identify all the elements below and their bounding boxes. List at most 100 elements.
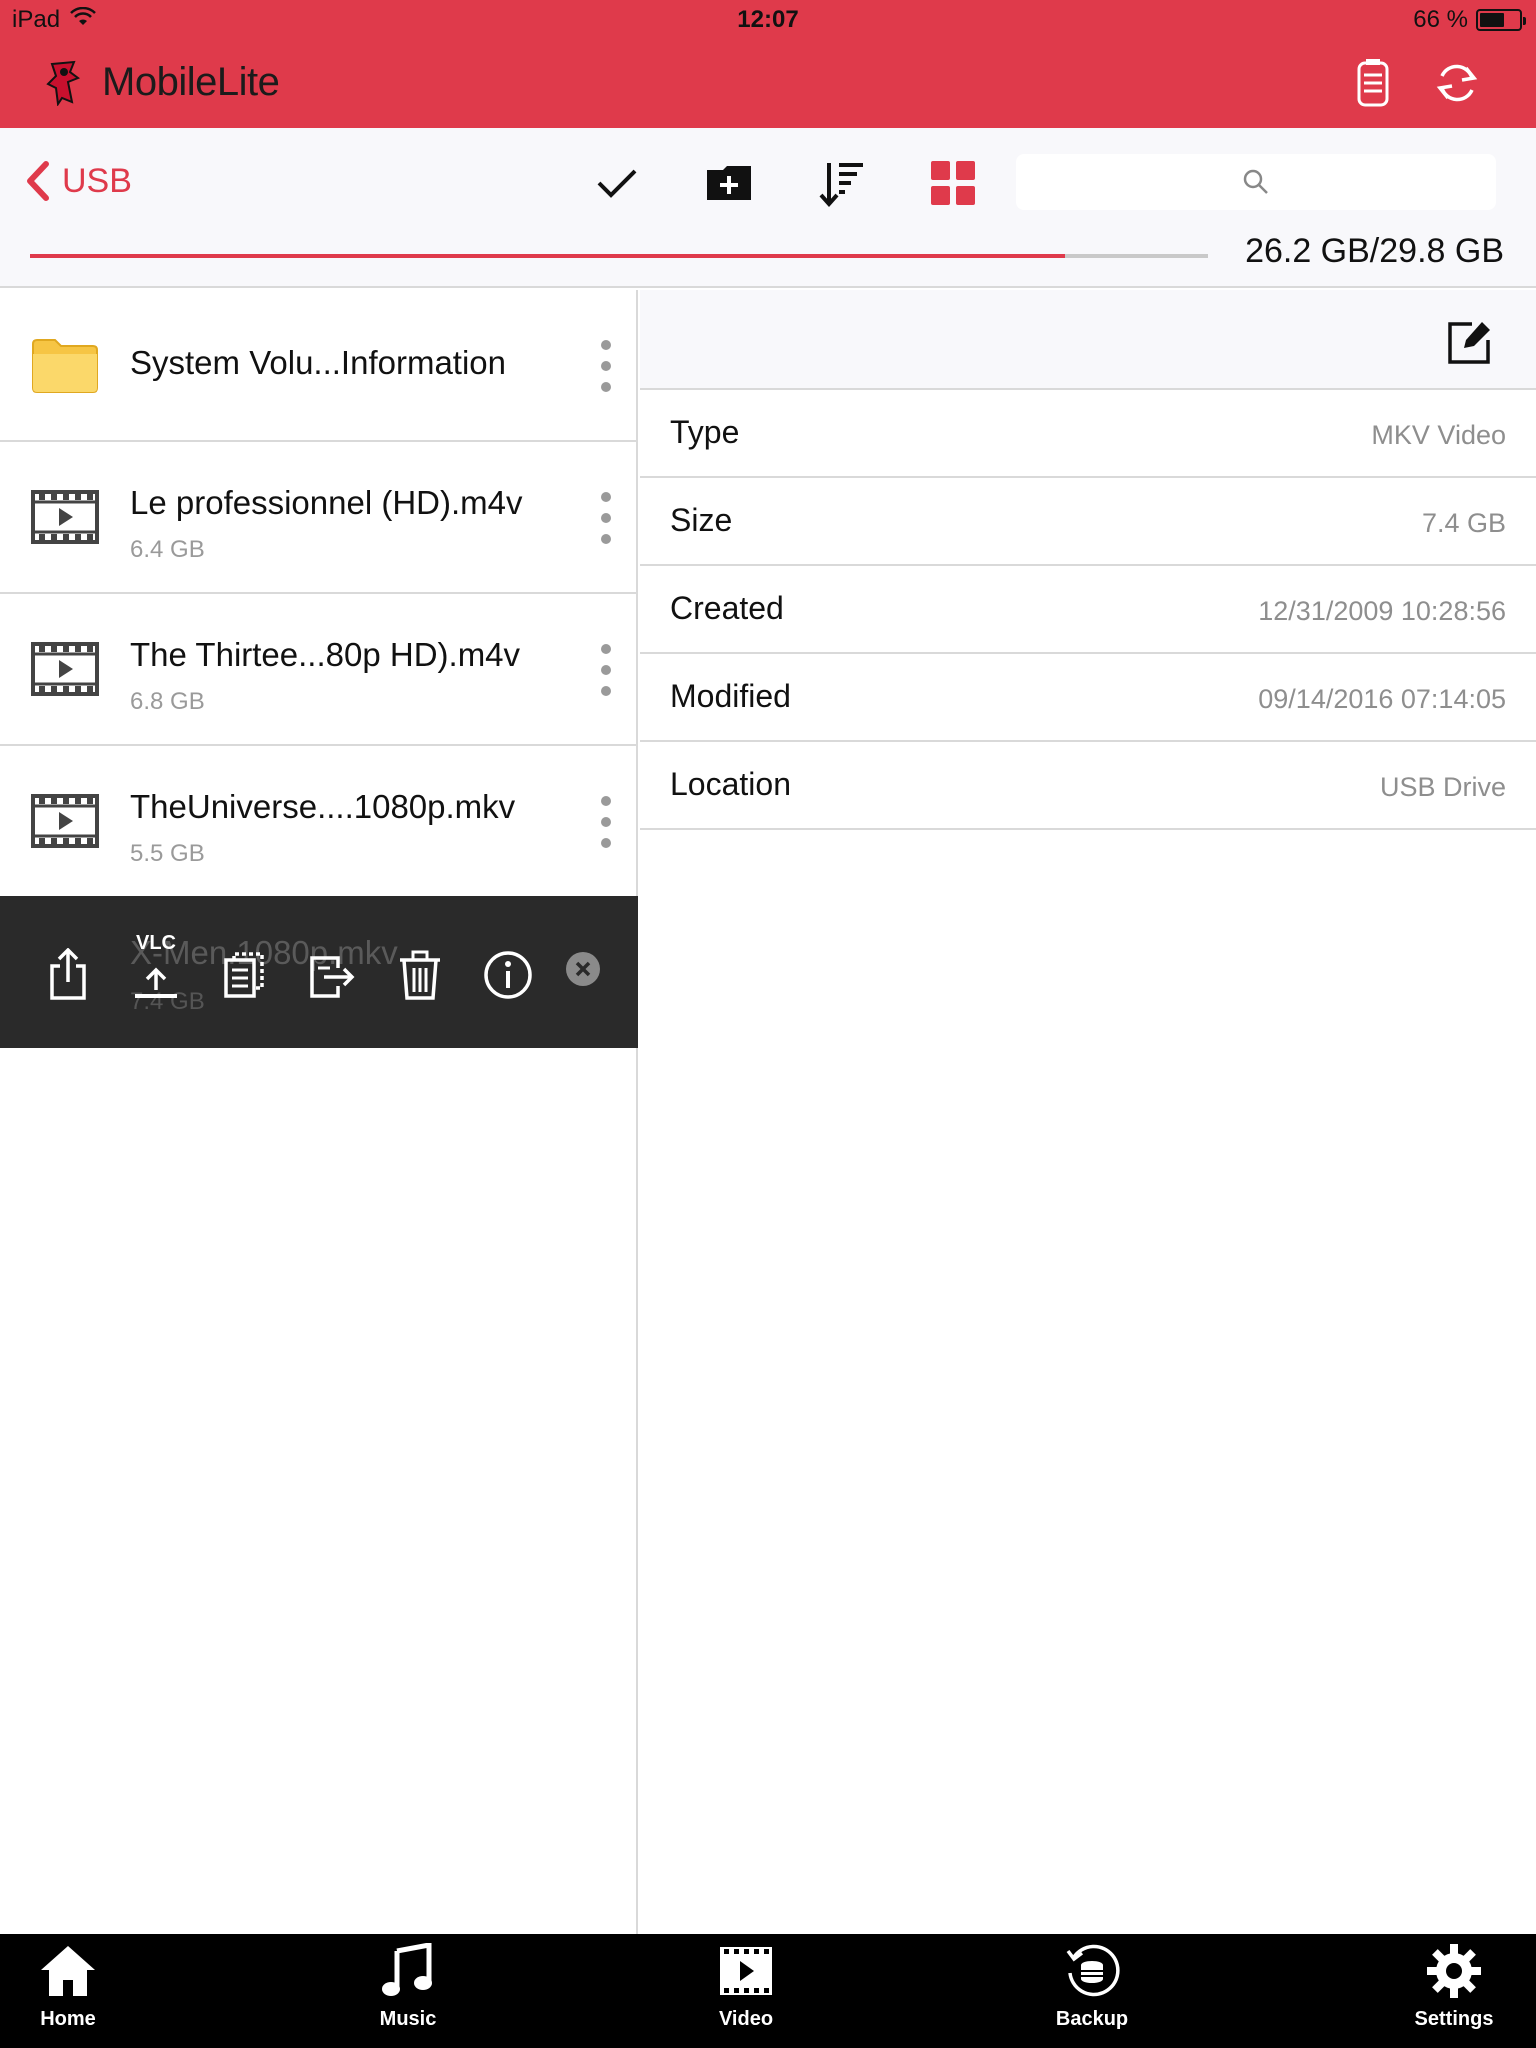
share-button[interactable]	[40, 938, 96, 1000]
detail-row-modified: Modified 09/14/2016 07:14:05	[640, 654, 1536, 742]
tab-music[interactable]: Music	[328, 1942, 488, 2042]
gear-icon	[1424, 1942, 1484, 2000]
more-options-icon[interactable]	[596, 796, 616, 848]
move-button[interactable]	[304, 938, 360, 1000]
tab-bar: Home Music Video Backup Settings	[0, 1934, 1536, 2048]
list-item[interactable]: TheUniverse....1080p.mkv 5.5 GB	[0, 746, 636, 898]
select-button[interactable]	[590, 156, 644, 210]
back-label: USB	[62, 161, 132, 200]
sort-icon	[819, 163, 863, 207]
detail-key: Location	[670, 766, 791, 802]
music-icon	[378, 1942, 438, 2000]
detail-value: USB Drive	[1379, 772, 1506, 802]
header-actions	[1348, 58, 1482, 108]
detail-value: 7.4 GB	[1421, 508, 1506, 538]
video-file-icon	[30, 636, 100, 702]
delete-button[interactable]	[392, 938, 448, 1000]
sync-button[interactable]	[1432, 58, 1482, 108]
search-icon	[1243, 169, 1268, 194]
detail-key: Size	[670, 502, 733, 538]
detail-key: Created	[670, 590, 784, 626]
storage-capacity: 26.2 GB/29.8 GB	[1245, 232, 1504, 270]
checkmark-icon	[597, 169, 637, 198]
file-name: System Volu...Information	[130, 344, 507, 381]
details-header	[640, 290, 1536, 390]
tab-home[interactable]: Home	[0, 1942, 148, 2042]
new-folder-icon	[707, 166, 751, 200]
tab-label: Music	[379, 2008, 437, 2030]
tab-label: Backup	[1055, 2008, 1129, 2030]
detail-key: Modified	[670, 678, 791, 714]
sort-button[interactable]	[814, 156, 868, 210]
kingston-logo-icon	[46, 60, 81, 106]
file-list: System Volu...Information Le professionn…	[0, 290, 638, 1934]
detail-row-created: Created 12/31/2009 10:28:56	[640, 566, 1536, 654]
backup-icon	[1062, 1942, 1122, 2000]
tab-label: Home	[40, 2008, 96, 2030]
tab-settings[interactable]: Settings	[1374, 1942, 1534, 2042]
file-action-bar: X-Men.1080p.mkv 7.4 GB VLC	[0, 896, 638, 1048]
tab-backup[interactable]: Backup	[1012, 1942, 1172, 2042]
file-name: Le professionnel (HD).m4v	[130, 484, 523, 521]
vlc-upload-button[interactable]: VLC	[128, 932, 184, 1000]
battery-icon	[1476, 9, 1526, 31]
info-icon	[484, 951, 532, 999]
storage-button[interactable]	[1348, 58, 1398, 108]
status-time: 12:07	[737, 6, 799, 33]
move-icon	[310, 956, 355, 998]
file-actions: VLC	[40, 932, 536, 1000]
list-item[interactable]: System Volu...Information	[0, 290, 636, 442]
more-options-icon[interactable]	[596, 644, 616, 696]
file-name: The Thirtee...80p HD).m4v	[130, 636, 521, 673]
detail-value: 09/14/2016 07:14:05	[1258, 684, 1506, 714]
vlc-upload-icon	[135, 967, 177, 998]
toolbar-icons	[590, 156, 980, 210]
video-file-icon	[30, 484, 100, 550]
grid-icon	[931, 161, 975, 205]
battery-percent: 66 %	[1413, 6, 1468, 33]
detail-key: Type	[670, 414, 740, 450]
back-button[interactable]: USB	[24, 160, 132, 202]
file-size: 6.4 GB	[130, 536, 205, 563]
edit-button[interactable]	[1444, 318, 1494, 368]
more-options-icon[interactable]	[596, 340, 616, 392]
detail-row-location: Location USB Drive	[640, 742, 1536, 830]
video-file-icon	[30, 788, 100, 854]
home-icon	[38, 1942, 98, 2000]
file-size: 5.5 GB	[130, 840, 205, 867]
detail-value: MKV Video	[1371, 420, 1506, 450]
storage-icon	[1357, 59, 1389, 107]
vlc-label: VLC	[136, 932, 176, 954]
chevron-left-icon	[27, 161, 49, 201]
file-name: TheUniverse....1080p.mkv	[130, 788, 516, 825]
share-icon	[50, 948, 86, 1000]
brand: MobileLite	[44, 58, 280, 106]
copy-icon	[224, 952, 264, 998]
status-bar: iPad 12:07 66 %	[0, 0, 1536, 40]
storage-progress-fill	[30, 254, 1066, 258]
battery-fill	[1480, 13, 1504, 27]
tab-label: Settings	[1414, 2008, 1494, 2030]
status-right: 66 %	[1413, 6, 1526, 34]
sync-icon	[1436, 64, 1478, 102]
list-item[interactable]: The Thirtee...80p HD).m4v 6.8 GB	[0, 594, 636, 746]
copy-button[interactable]	[216, 938, 272, 1000]
detail-value: 12/31/2009 10:28:56	[1258, 596, 1506, 626]
search-box[interactable]	[1016, 154, 1496, 210]
new-folder-button[interactable]	[702, 156, 756, 210]
info-button[interactable]	[480, 938, 536, 1000]
close-icon	[575, 961, 591, 977]
video-icon	[716, 1942, 776, 2000]
folder-icon	[30, 332, 100, 398]
tab-video[interactable]: Video	[666, 1942, 826, 2042]
close-actions-button[interactable]	[566, 952, 600, 986]
list-item[interactable]: Le professionnel (HD).m4v 6.4 GB	[0, 442, 636, 594]
app-name: MobileLite	[102, 59, 280, 104]
file-size: 6.8 GB	[130, 688, 205, 715]
detail-row-size: Size 7.4 GB	[640, 478, 1536, 566]
file-toolbar: USB 26.2 GB/29.8 GB	[0, 128, 1536, 288]
more-options-icon[interactable]	[596, 492, 616, 544]
detail-row-type: Type MKV Video	[640, 390, 1536, 478]
grid-view-button[interactable]	[926, 156, 980, 210]
trash-icon	[400, 950, 440, 1000]
